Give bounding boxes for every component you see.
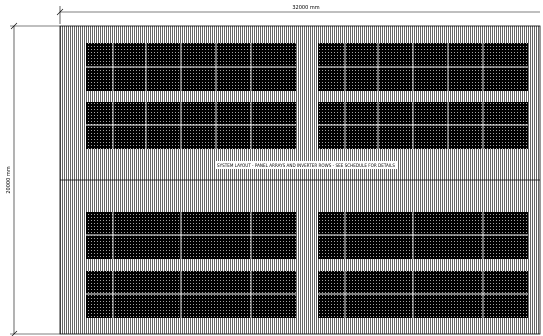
- drawing-note-text: SYSTEM LAYOUT - PANEL ARRAYS AND INVERTE…: [217, 163, 395, 168]
- drawing-note: SYSTEM LAYOUT - PANEL ARRAYS AND INVERTE…: [215, 161, 397, 169]
- panel-array: [318, 271, 528, 318]
- height-dimension: 20000 mm: [6, 22, 60, 336]
- width-dimension: 32000 mm: [56, 5, 540, 24]
- panel-array: [318, 212, 528, 259]
- panel-array: [86, 271, 296, 318]
- panel-array: [86, 212, 296, 259]
- panel-array: [86, 102, 296, 149]
- panel-array: [318, 102, 528, 149]
- site-layout-drawing: 32000 mm 20000 mm SYSTEM LAYOUT - PANEL …: [6, 5, 541, 336]
- height-dimension-label: 20000 mm: [6, 166, 12, 193]
- width-dimension-label: 32000 mm: [292, 5, 319, 11]
